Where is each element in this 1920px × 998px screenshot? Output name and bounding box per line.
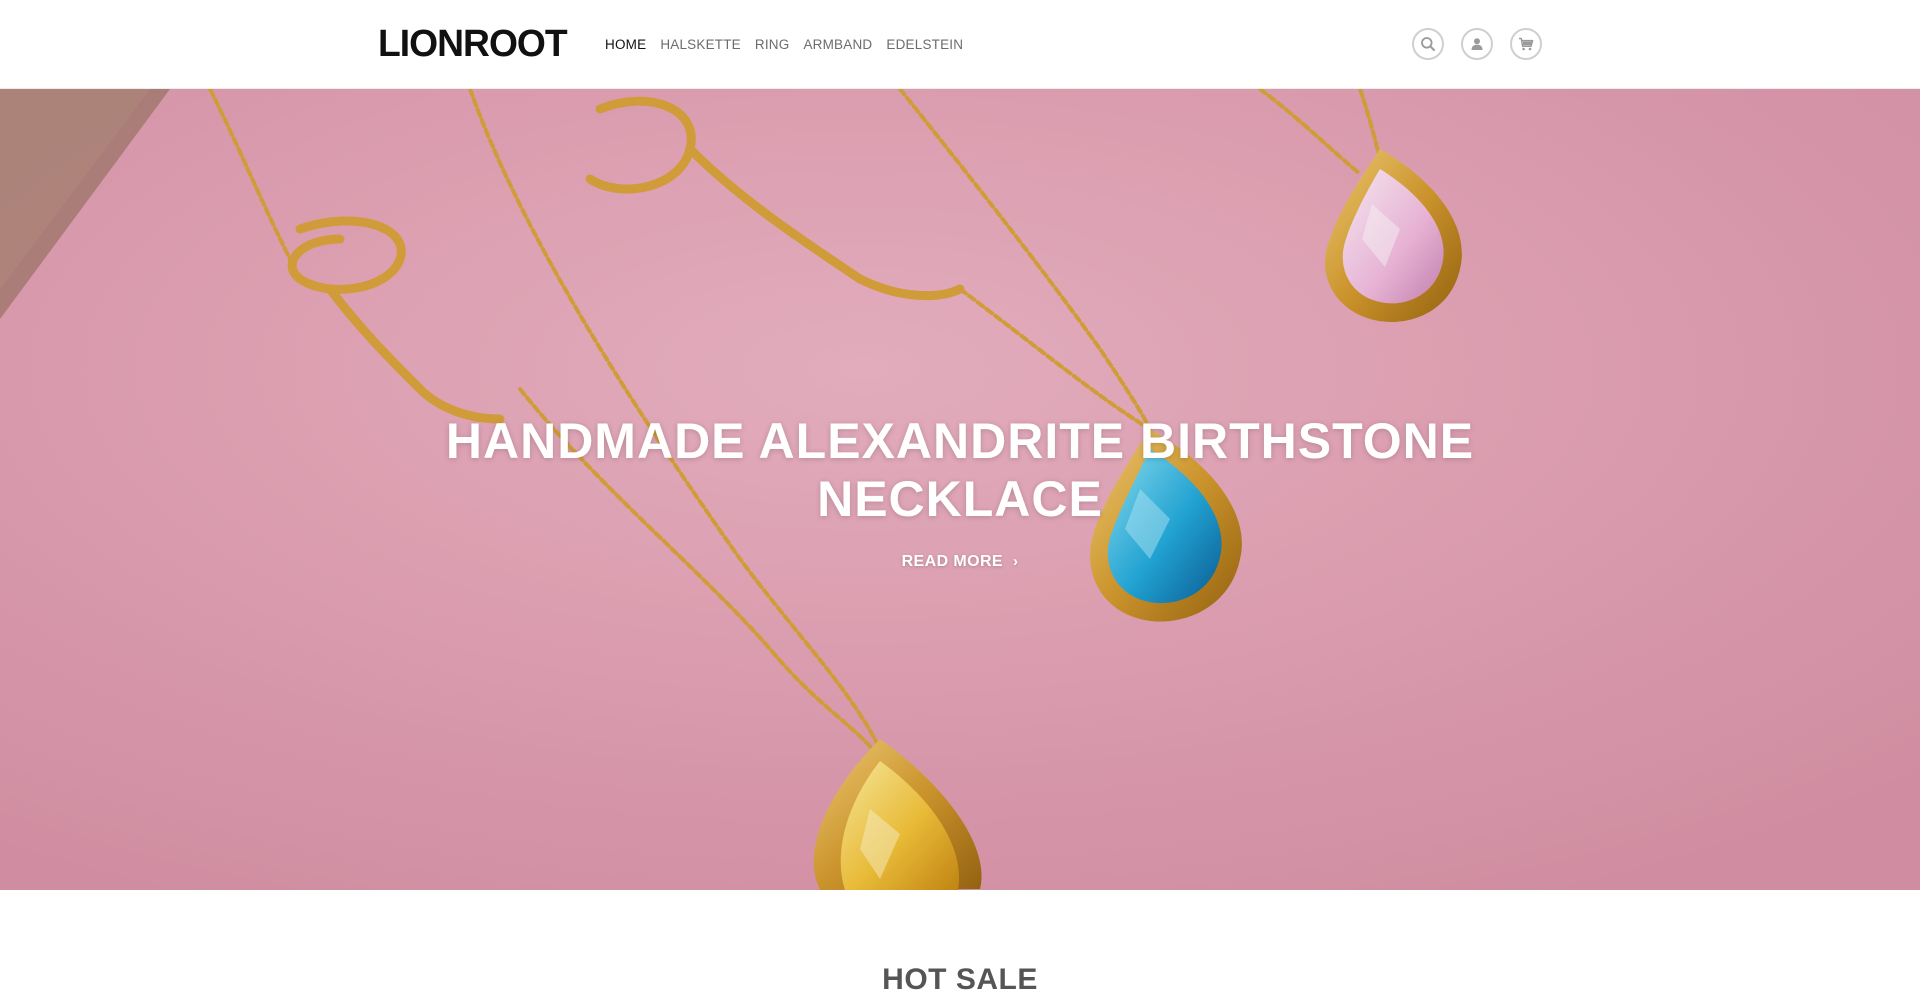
search-button[interactable] xyxy=(1412,28,1444,60)
read-more-label: READ MORE xyxy=(901,553,1003,570)
nav-item-edelstein[interactable]: EDELSTEIN xyxy=(886,36,963,54)
nav-item-ring[interactable]: RING xyxy=(755,36,790,54)
cart-icon xyxy=(1519,37,1534,51)
read-more-link[interactable]: READ MORE › xyxy=(860,552,1060,572)
header-actions xyxy=(1412,28,1542,60)
nav-item-armband[interactable]: ARMBAND xyxy=(803,36,872,54)
cart-button[interactable] xyxy=(1510,28,1542,60)
main-nav: HOME HALSKETTE RING ARMBAND EDELSTEIN xyxy=(605,36,963,54)
account-icon xyxy=(1471,38,1483,50)
nav-item-halskette[interactable]: HALSKETTE xyxy=(660,36,741,54)
search-icon xyxy=(1421,37,1435,51)
hero-title: HANDMADE ALEXANDRITE BIRTHSTONE NECKLACE xyxy=(445,413,1475,527)
account-button[interactable] xyxy=(1461,28,1493,60)
hero-banner[interactable]: HANDMADE ALEXANDRITE BIRTHSTONE NECKLACE… xyxy=(0,89,1920,890)
site-header: LIONROOT HOME HALSKETTE RING ARMBAND EDE… xyxy=(0,0,1920,89)
nav-item-home[interactable]: HOME xyxy=(605,36,646,54)
site-logo[interactable]: LIONROOT xyxy=(378,24,568,64)
chevron-right-icon: › xyxy=(1012,553,1019,570)
